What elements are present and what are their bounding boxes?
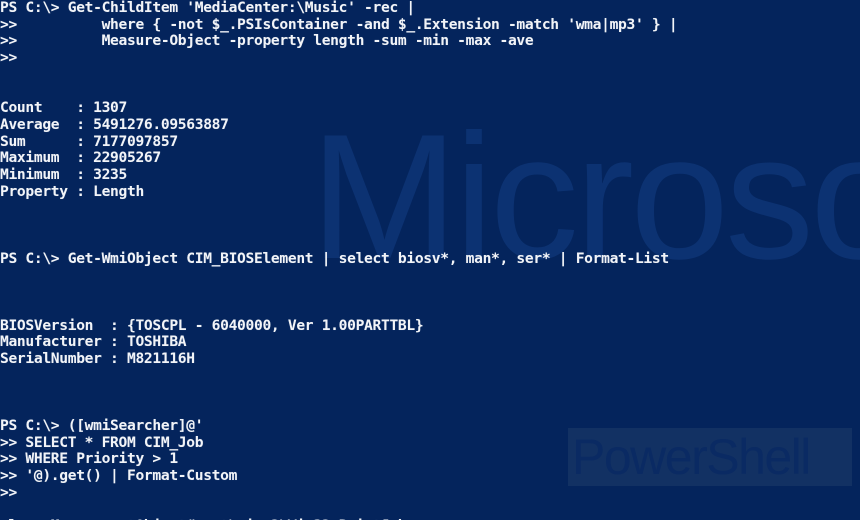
console-line: Maximum : 22905267 [0, 150, 161, 167]
console-line: >> [0, 50, 17, 67]
console-line: Minimum : 3235 [0, 167, 127, 184]
console-line: Manufacturer : TOSHIBA [0, 334, 187, 351]
console-line: PS C:\> ([wmiSearcher]@' [0, 417, 204, 434]
console-line: Count : 1307 [0, 100, 127, 117]
console-line: Average : 5491276.09563887 [0, 117, 229, 134]
console-line: SerialNumber : M821116H [0, 351, 195, 368]
powershell-console-window[interactable]: Microsoft PowerShell PS C:\> Get-ChildIt… [0, 0, 860, 520]
console-line: BIOSVersion : {TOSCPL - 6040000, Ver 1.0… [0, 317, 424, 334]
console-line: Property : Length [0, 183, 144, 200]
console-line: Sum : 7177097857 [0, 133, 178, 150]
console-output-area[interactable]: PS C:\> Get-ChildItem 'MediaCenter:\Musi… [0, 0, 860, 520]
console-line: >> Measure-Object -property length -sum … [0, 33, 534, 50]
console-line: PS C:\> Get-ChildItem 'MediaCenter:\Musi… [0, 0, 415, 16]
console-line: >> where { -not $_.PSIsContainer -and $_… [0, 16, 678, 33]
console-line: >> SELECT * FROM CIM_Job [0, 434, 204, 451]
console-line: PS C:\> Get-WmiObject CIM_BIOSElement | … [0, 250, 669, 267]
console-line: >> '@).get() | Format-Custom [0, 468, 238, 485]
console-line: >> [0, 484, 17, 501]
console-line: >> WHERE Priority > 1 [0, 451, 178, 468]
